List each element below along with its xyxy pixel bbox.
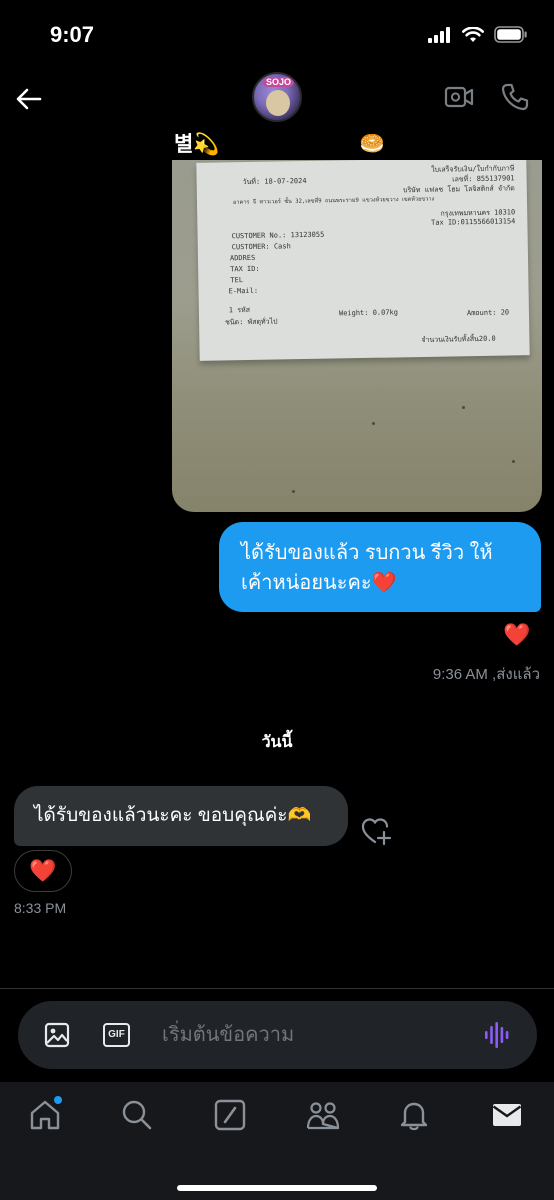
back-button[interactable]	[14, 84, 44, 114]
avatar-face	[266, 90, 290, 116]
receipt-amount: Amount: 20	[466, 308, 510, 318]
tab-home[interactable]	[28, 1096, 64, 1134]
wifi-icon	[462, 26, 484, 42]
tab-notifications[interactable]	[397, 1098, 433, 1134]
receipt-email: E-Mail:	[228, 286, 259, 296]
receipt-customer-no: CUSTOMER No.: 13123055	[231, 230, 325, 241]
photo-speck	[462, 406, 465, 409]
outgoing-reaction[interactable]: ❤️	[503, 622, 530, 648]
status-bar: 9:07	[0, 0, 554, 70]
battery-icon	[494, 26, 527, 43]
photo-speck	[292, 490, 295, 493]
receipt-weight: Weight: 0.07kg	[338, 308, 399, 318]
contact-name-emoji: 🥯	[359, 132, 385, 155]
photo-speck	[372, 422, 375, 425]
add-reaction-button[interactable]	[360, 816, 394, 851]
signal-icon	[428, 26, 450, 43]
home-notification-dot	[54, 1096, 62, 1104]
avatar-badge: SOJO	[263, 77, 295, 87]
home-indicator	[177, 1185, 377, 1191]
message-image[interactable]: วันที่: 18-07-2024 ใบเสร็จรับเงิน/ใบกำกั…	[172, 160, 542, 512]
message-input[interactable]	[162, 1017, 462, 1053]
receipt-company-5: Tax ID:0115566013154	[431, 217, 516, 227]
grok-icon	[214, 1099, 246, 1131]
incoming-message-bubble[interactable]: ได้รับของแล้วนะคะ ขอบคุณค่ะ🫶	[14, 786, 348, 846]
contact-name: 별💫	[174, 133, 220, 156]
conversation-header: SOJO 별💫 🥯	[0, 70, 554, 170]
image-icon	[44, 1022, 70, 1048]
tab-communities[interactable]	[305, 1098, 341, 1134]
receipt-paper: วันที่: 18-07-2024 ใบเสร็จรับเงิน/ใบกำกั…	[196, 160, 530, 361]
redacted-name	[225, 130, 356, 156]
contact-avatar[interactable]: SOJO	[252, 72, 302, 122]
status-time: 9:07	[50, 22, 95, 47]
receipt-date: วันที่: 18-07-2024	[242, 176, 307, 187]
outgoing-message-bubble[interactable]: ได้รับของแล้ว รบกวน รีวิว ให้เค้าหน่อยนะ…	[219, 522, 541, 612]
receipt-tel: TEL	[230, 276, 244, 285]
receipt-address-line: อาคาร จี ทาวเวอร์ ชั้น 32,เลขที่9 ถนนพระ…	[232, 195, 435, 206]
contact-name-row[interactable]: 별💫 🥯	[174, 128, 384, 158]
tab-search[interactable]	[120, 1098, 156, 1134]
tab-messages[interactable]	[490, 1098, 526, 1134]
video-camera-icon	[444, 86, 474, 108]
voice-message-button[interactable]	[483, 1021, 511, 1054]
receipt-tax-id: TAX ID:	[230, 264, 260, 274]
audio-waveform-icon	[485, 1022, 509, 1048]
phone-icon	[501, 83, 529, 111]
receipt-total: จำนวนเงินรับทั้งสิ้น20.0	[421, 334, 496, 344]
communities-icon	[306, 1102, 340, 1130]
message-composer: GIF	[18, 1001, 537, 1069]
incoming-reaction[interactable]: ❤️	[14, 850, 72, 892]
message-sent-status: 9:36 AM ,ส่งแล้ว	[432, 666, 540, 683]
tab-grok[interactable]	[213, 1098, 249, 1134]
incoming-time: 8:33 PM	[14, 900, 67, 916]
receipt-item-name: ชนิด: พัสดุทั่วไป	[225, 317, 278, 327]
arrow-left-icon	[16, 88, 42, 110]
composer-divider	[0, 988, 554, 989]
receipt-item-row: 1 รหัส	[228, 305, 251, 315]
video-call-button[interactable]	[444, 84, 474, 115]
search-icon	[122, 1100, 152, 1130]
heart-plus-icon	[361, 818, 392, 846]
bell-icon	[400, 1102, 428, 1131]
add-image-button[interactable]	[44, 1022, 70, 1053]
day-separator: วันนี้	[261, 734, 293, 751]
envelope-icon	[492, 1104, 522, 1126]
receipt-customer: CUSTOMER: Cash	[231, 242, 291, 252]
gif-button[interactable]: GIF	[103, 1023, 130, 1047]
receipt-address: ADDRES	[229, 253, 256, 263]
bottom-tab-bar	[0, 1082, 554, 1200]
photo-speck	[512, 460, 515, 463]
voice-call-button[interactable]	[500, 82, 530, 117]
status-icons	[428, 26, 528, 43]
